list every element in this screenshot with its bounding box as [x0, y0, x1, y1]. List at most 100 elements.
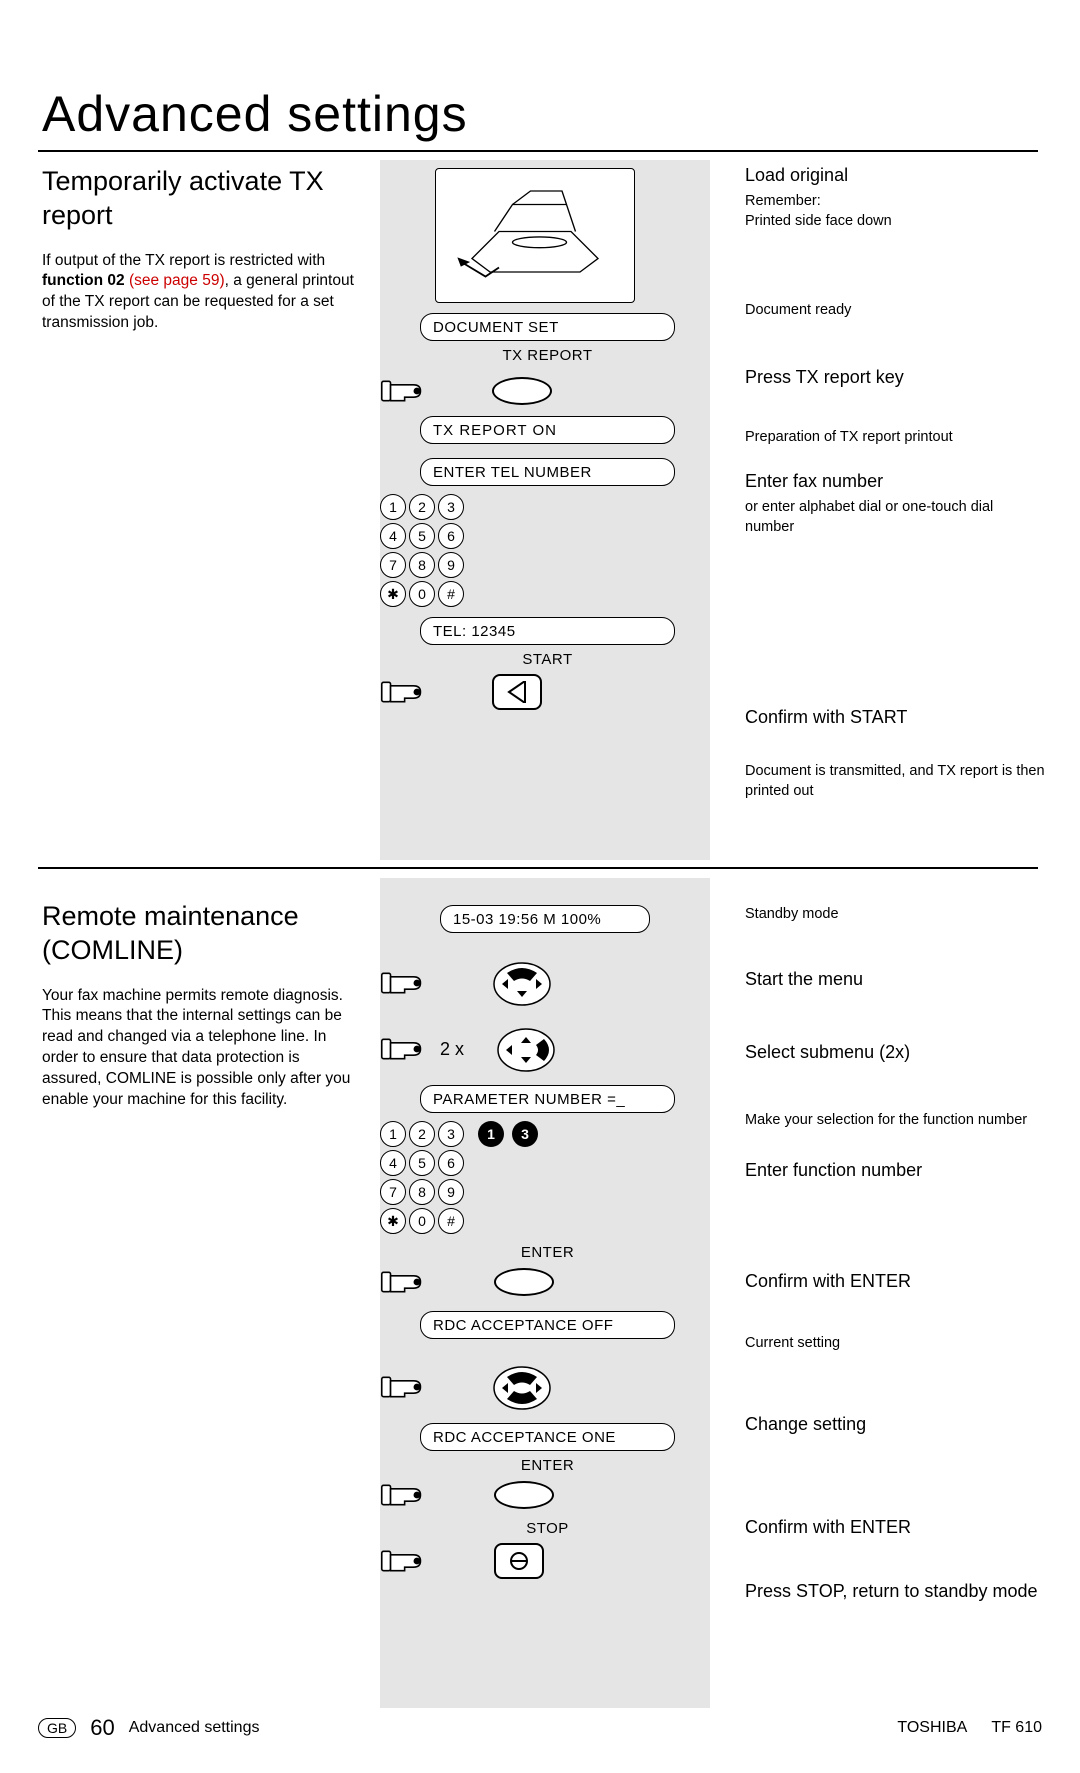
entered-digit-1: 1	[478, 1121, 504, 1147]
section1-left: Temporarily activate TX report If output…	[42, 165, 362, 334]
stop-button[interactable]	[494, 1543, 544, 1579]
key-6[interactable]: 6	[438, 1150, 464, 1176]
key-hash[interactable]: #	[438, 581, 464, 607]
pointing-hand-icon	[380, 968, 424, 998]
brand: TOSHIBA	[897, 1719, 967, 1737]
key-3[interactable]: 3	[438, 494, 464, 520]
keypad-2[interactable]: 1 2 3 4 5 6 7 8 9 ✱ 0 #	[380, 1121, 464, 1234]
fax-illustration	[435, 168, 635, 303]
r2-4: Make your selection for the function num…	[745, 1111, 1045, 1131]
r2-heading: Press TX report key	[745, 367, 1045, 388]
r2-9: Confirm with ENTER	[745, 1517, 1045, 1538]
entered-digit-3: 3	[512, 1121, 538, 1147]
pointing-hand-icon	[380, 1267, 424, 1297]
key-5[interactable]: 5	[409, 523, 435, 549]
key-star[interactable]: ✱	[380, 1208, 406, 1234]
text: If output of the TX report is restricted…	[42, 252, 325, 269]
page-footer: GB 60 Advanced settings TOSHIBA TF 610	[38, 1713, 1042, 1743]
r2-3: Select submenu (2x)	[745, 1042, 1045, 1063]
section2-mid: 15-03 19:56 M 100% 2 x	[380, 905, 705, 1579]
pointing-hand-icon	[380, 1546, 424, 1576]
r2-sub: Preparation of TX report printout	[745, 428, 1045, 448]
enter-button-2[interactable]	[494, 1481, 554, 1509]
label-enter-1: ENTER	[420, 1244, 675, 1261]
lcd-standby: 15-03 19:56 M 100%	[440, 905, 650, 933]
r2-1: Standby mode	[745, 905, 1045, 925]
key-3[interactable]: 3	[438, 1121, 464, 1147]
key-2[interactable]: 2	[409, 1121, 435, 1147]
key-5[interactable]: 5	[409, 1150, 435, 1176]
nav-pad-right[interactable]	[496, 1027, 552, 1071]
tx-report-key[interactable]	[492, 377, 552, 405]
pointing-hand-icon	[380, 677, 424, 707]
chapter-name: Advanced settings	[129, 1719, 260, 1737]
label-enter-2: ENTER	[420, 1457, 675, 1474]
key-9[interactable]: 9	[438, 1179, 464, 1205]
label-stop: STOP	[420, 1520, 675, 1537]
r1-sub3: Document ready	[745, 301, 1045, 321]
key-8[interactable]: 8	[409, 1179, 435, 1205]
section2-right: Standby mode Start the menu Select subme…	[745, 905, 1045, 1609]
key-0[interactable]: 0	[409, 581, 435, 607]
r2-6: Confirm with ENTER	[745, 1271, 1045, 1292]
r4-sub: Document is transmitted, and TX report i…	[745, 762, 1045, 801]
key-6[interactable]: 6	[438, 523, 464, 549]
r2-7: Current setting	[745, 1334, 1045, 1354]
r3-heading: Enter fax number	[745, 471, 1045, 492]
lcd-enter-tel: ENTER TEL NUMBER	[420, 458, 675, 486]
key-2[interactable]: 2	[409, 494, 435, 520]
lcd-tel: TEL: 12345	[420, 617, 675, 645]
key-4[interactable]: 4	[380, 523, 406, 549]
section2-body: Your fax machine permits remote diagnosi…	[42, 986, 362, 1112]
key-hash[interactable]: #	[438, 1208, 464, 1234]
keypad[interactable]: 1 2 3 4 5 6 7 8 9 ✱ 0 #	[380, 494, 705, 607]
r1-sub2: Printed side face down	[745, 212, 1045, 232]
r1-heading: Load original	[745, 165, 1045, 186]
r2-2: Start the menu	[745, 969, 1045, 990]
lcd-rdc-one: RDC ACCEPTANCE ONE	[420, 1423, 675, 1451]
text-bold: function 02	[42, 272, 125, 289]
lcd-rdc-off: RDC ACCEPTANCE OFF	[420, 1311, 675, 1339]
r4-heading: Confirm with START	[745, 707, 1045, 728]
nav-pad-up[interactable]	[492, 961, 548, 1005]
start-button[interactable]	[492, 674, 542, 710]
pointing-hand-icon	[380, 1372, 424, 1402]
key-star[interactable]: ✱	[380, 581, 406, 607]
lcd-param: PARAMETER NUMBER =_	[420, 1085, 675, 1113]
pointing-hand-icon	[380, 376, 424, 406]
pointing-hand-icon	[380, 1034, 424, 1064]
label-tx-report: TX REPORT	[420, 347, 675, 364]
key-1[interactable]: 1	[380, 1121, 406, 1147]
count-2x: 2 x	[432, 1039, 472, 1060]
lcd-tx-report-on: TX REPORT ON	[420, 416, 675, 444]
section1-right: Load original Remember: Printed side fac…	[745, 165, 1045, 802]
section2-heading: Remote maintenance (COMLINE)	[42, 900, 362, 968]
section1-body: If output of the TX report is restricted…	[42, 251, 362, 335]
enter-button[interactable]	[494, 1268, 554, 1296]
key-9[interactable]: 9	[438, 552, 464, 578]
key-7[interactable]: 7	[380, 552, 406, 578]
nav-pad-updown[interactable]	[492, 1365, 548, 1409]
pointing-hand-icon	[380, 1480, 424, 1510]
section1-mid: DOCUMENT SET TX REPORT TX REPORT ON ENTE…	[380, 168, 705, 710]
r2-8: Change setting	[745, 1414, 1045, 1435]
key-8[interactable]: 8	[409, 552, 435, 578]
lcd-document-set: DOCUMENT SET	[420, 313, 675, 341]
rule-mid	[38, 867, 1038, 869]
section2-left: Remote maintenance (COMLINE) Your fax ma…	[42, 900, 362, 1111]
key-7[interactable]: 7	[380, 1179, 406, 1205]
section1-heading: Temporarily activate TX report	[42, 165, 362, 233]
key-0[interactable]: 0	[409, 1208, 435, 1234]
label-start: START	[420, 651, 675, 668]
r3-sub: or enter alphabet dial or one-touch dial…	[745, 498, 1045, 537]
key-1[interactable]: 1	[380, 494, 406, 520]
rule-top	[38, 150, 1038, 152]
r2-5: Enter function number	[745, 1160, 1045, 1181]
page-title: Advanced settings	[42, 85, 468, 143]
model: TF 610	[991, 1719, 1042, 1737]
r2-10: Press STOP, return to standby mode	[745, 1580, 1045, 1603]
r1-sub1: Remember:	[745, 192, 1045, 212]
language-badge: GB	[38, 1718, 76, 1738]
page-number: 60	[90, 1715, 114, 1741]
key-4[interactable]: 4	[380, 1150, 406, 1176]
